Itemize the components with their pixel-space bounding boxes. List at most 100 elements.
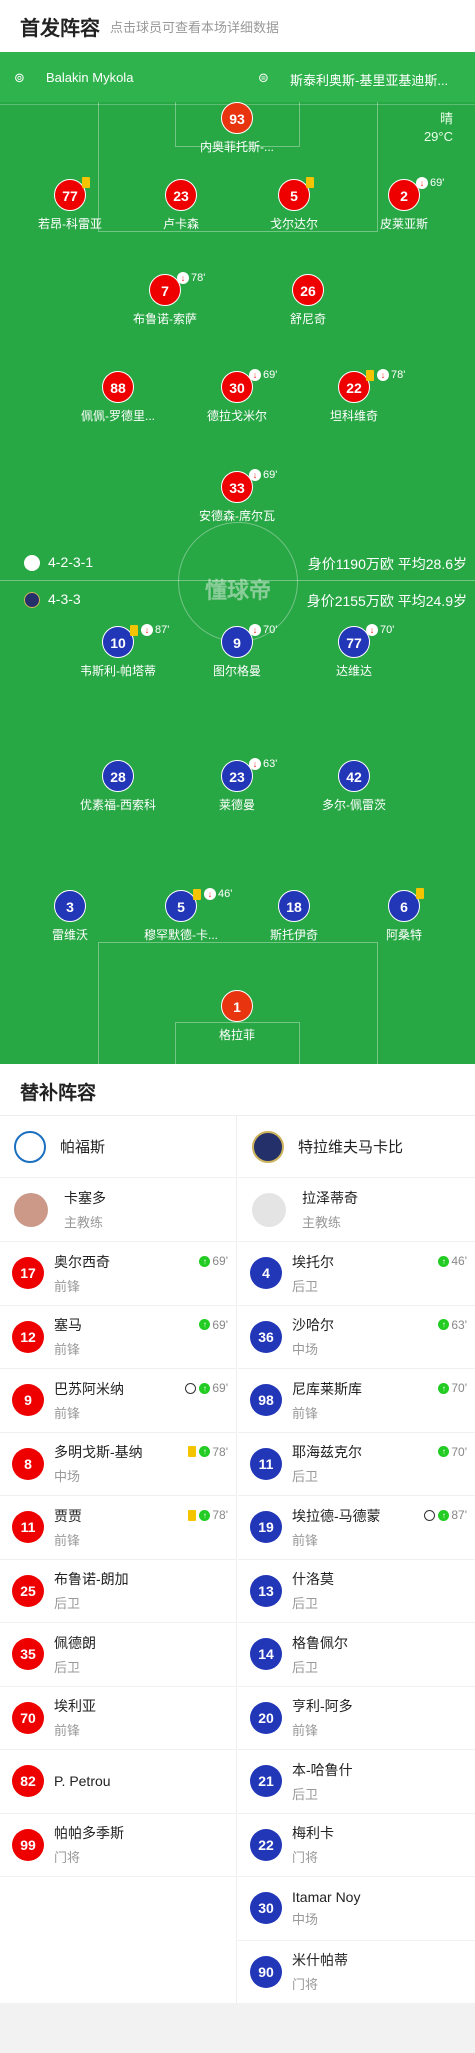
sub-off-icon: ↓: [366, 624, 378, 636]
sub-events: ↑ 63': [438, 1318, 467, 1332]
sub-number: 30: [250, 1892, 282, 1925]
home-player[interactable]: 77 若昂-科雷亚: [10, 177, 130, 232]
sub-position: 前锋: [54, 1342, 81, 1358]
sub-position: 前锋: [54, 1405, 81, 1421]
home-player[interactable]: 93 内奥菲托斯-...: [177, 102, 297, 155]
home-team-row[interactable]: 帕福斯: [0, 1116, 236, 1178]
away-player[interactable]: 77 ↓ 70' 达维达: [294, 624, 414, 679]
sub-player-row[interactable]: 90 米什帕蒂 门将: [238, 1941, 475, 2004]
goal-icon: [424, 1509, 436, 1521]
player-name: 达维达: [335, 664, 372, 678]
sub-player-row[interactable]: 20 亨利-阿多 前锋: [238, 1687, 475, 1750]
sub-player-row[interactable]: 11 耶海兹克尔 后卫 ↑ 70': [238, 1433, 475, 1496]
away-player[interactable]: 28 优素福-西索科: [58, 760, 178, 813]
home-player[interactable]: 26 舒尼奇: [248, 274, 368, 327]
sub-player-row[interactable]: 82 P. Petrou: [0, 1750, 236, 1814]
sub-off-minute: 69': [263, 369, 278, 381]
away-team-badge: [252, 1130, 284, 1163]
sub-on-icon: ↑: [438, 1255, 450, 1267]
referee-bar: ⊚ Balakin Mykola ⊜ 斯泰利奥斯-基里亚基迪斯...: [0, 52, 475, 102]
home-player[interactable]: 30 ↓ 69' 德拉戈米尔: [177, 369, 297, 424]
sub-events: ↑ 69': [199, 1318, 228, 1332]
sub-player-row[interactable]: 70 埃利亚 前锋: [0, 1687, 236, 1750]
sub-player-row[interactable]: 30 Itamar Noy 中场: [238, 1877, 475, 1941]
sub-off-minute: 70': [380, 624, 395, 636]
sub-number: 11: [250, 1447, 282, 1480]
away-coach-avatar: [252, 1192, 286, 1227]
sub-name: 埃拉德-马德蒙: [292, 1507, 381, 1524]
sub-name: 沙哈尔: [292, 1317, 334, 1334]
sub-number: 9: [12, 1384, 44, 1417]
sub-player-row[interactable]: 9 巴苏阿米纳 前锋 ↑ 69': [0, 1369, 236, 1433]
player-number: 28: [102, 760, 134, 792]
home-player[interactable]: 23 卢卡森: [121, 179, 241, 232]
sub-player-row[interactable]: 13 什洛莫 后卫: [238, 1560, 475, 1623]
sub-number: 20: [250, 1701, 282, 1734]
home-player[interactable]: 2 ↓ 69' 皮莱亚斯: [344, 177, 464, 232]
home-coach-row[interactable]: 卡塞多 主教练: [0, 1178, 236, 1242]
footer-space: [0, 2003, 475, 2053]
sub-player-row[interactable]: 8 多明戈斯-基纳 中场 ↑ 78': [0, 1433, 236, 1496]
sub-player-row[interactable]: 22 梅利卡 门将: [238, 1814, 475, 1877]
sub-position: 后卫: [54, 1659, 81, 1675]
away-coach-row[interactable]: 拉泽蒂奇 主教练: [238, 1178, 475, 1242]
yellow-card-icon: [193, 888, 201, 900]
player-name: 卢卡森: [162, 217, 199, 231]
sub-player-row[interactable]: 17 奥尔西奇 前锋 ↑ 69': [0, 1242, 236, 1306]
away-player[interactable]: 5 ↓ 46' 穆罕默德-卡...: [121, 888, 241, 943]
home-player[interactable]: 88 佩佩-罗德里...: [58, 371, 178, 424]
home-player[interactable]: 7 ↓ 78' 布鲁诺-索萨: [105, 272, 225, 327]
sub-name: 塞马: [54, 1317, 82, 1334]
away-player[interactable]: 23 ↓ 63' 莱德曼: [177, 758, 297, 813]
sub-number: 14: [250, 1638, 282, 1671]
player-name: 韦斯利-帕塔蒂: [80, 664, 156, 678]
sub-player-row[interactable]: 99 帕帕多季斯 门将: [0, 1814, 236, 1877]
sub-player-row[interactable]: 25 布鲁诺-朗加 后卫: [0, 1560, 236, 1623]
away-player[interactable]: 9 ↓ 70' 图尔格曼: [177, 624, 297, 679]
away-player[interactable]: 6 阿桑特: [344, 888, 464, 943]
home-player[interactable]: 22 ↓ 78' 坦科维奇: [294, 369, 414, 424]
sub-name: 尼库莱斯库: [292, 1380, 362, 1397]
home-player[interactable]: 33 ↓ 69' 安德森-席尔瓦: [177, 469, 297, 524]
sub-on-minute: 69': [212, 1254, 228, 1268]
away-value: 身价2155万欧 平均24.9岁: [306, 593, 467, 609]
player-number: 93: [221, 102, 253, 134]
sub-player-row[interactable]: 19 埃拉德-马德蒙 前锋 ↑ 87': [238, 1496, 475, 1560]
sub-name: 格鲁佩尔: [292, 1634, 348, 1651]
sub-player-row[interactable]: 36 沙哈尔 中场 ↑ 63': [238, 1306, 475, 1369]
sub-off-minute: 46': [218, 888, 233, 900]
sub-player-row[interactable]: 14 格鲁佩尔 后卫: [238, 1623, 475, 1687]
weather-condition: 晴: [439, 111, 453, 126]
player-events: ↓ 46': [193, 888, 232, 900]
sub-player-row[interactable]: 4 埃托尔 后卫 ↑ 46': [238, 1242, 475, 1306]
sub-off-icon: ↓: [377, 369, 389, 381]
sub-events: ↑ 69': [185, 1381, 228, 1395]
away-player[interactable]: 1 格拉菲: [177, 990, 297, 1043]
referee-name: Balakin Mykola: [46, 70, 134, 85]
player-number: 42: [338, 760, 370, 792]
sub-number: 98: [250, 1384, 282, 1417]
lineup-title: 首发阵容: [20, 17, 100, 40]
sub-player-row[interactable]: 21 本-哈鲁什 后卫: [238, 1750, 475, 1814]
sub-on-minute: 87': [451, 1508, 467, 1522]
sub-player-row[interactable]: 11 贾贾 前锋 ↑ 78': [0, 1496, 236, 1560]
away-team-row[interactable]: 特拉维夫马卡比: [238, 1116, 475, 1178]
sub-player-row[interactable]: 35 佩德朗 后卫: [0, 1623, 236, 1687]
away-player[interactable]: 18 斯托伊奇: [234, 890, 354, 943]
sub-on-minute: 78': [212, 1508, 228, 1522]
away-player[interactable]: 42 多尔-佩雷茨: [294, 760, 414, 813]
away-player[interactable]: 3 雷维沃: [10, 890, 130, 943]
sub-number: 4: [250, 1257, 282, 1290]
sub-name: Itamar Noy: [292, 1888, 361, 1905]
yellow-card-icon: [188, 1446, 197, 1457]
sub-number: 22: [250, 1828, 282, 1861]
home-player[interactable]: 5 戈尔达尔: [234, 177, 354, 232]
sub-on-minute: 63': [451, 1317, 467, 1332]
pitch: ⊚ Balakin Mykola ⊜ 斯泰利奥斯-基里亚基迪斯... 晴 29°…: [0, 52, 475, 1064]
player-events: ↓ 69': [249, 469, 277, 481]
away-player[interactable]: 10 ↓ 87' 韦斯利-帕塔蒂: [58, 624, 178, 679]
sub-player-row[interactable]: 98 尼库莱斯库 前锋 ↑ 70': [238, 1369, 475, 1433]
sub-player-row[interactable]: 12 塞马 前锋 ↑ 69': [0, 1306, 236, 1369]
sub-position: 前锋: [292, 1532, 319, 1548]
player-name: 优素福-西索科: [80, 798, 156, 812]
